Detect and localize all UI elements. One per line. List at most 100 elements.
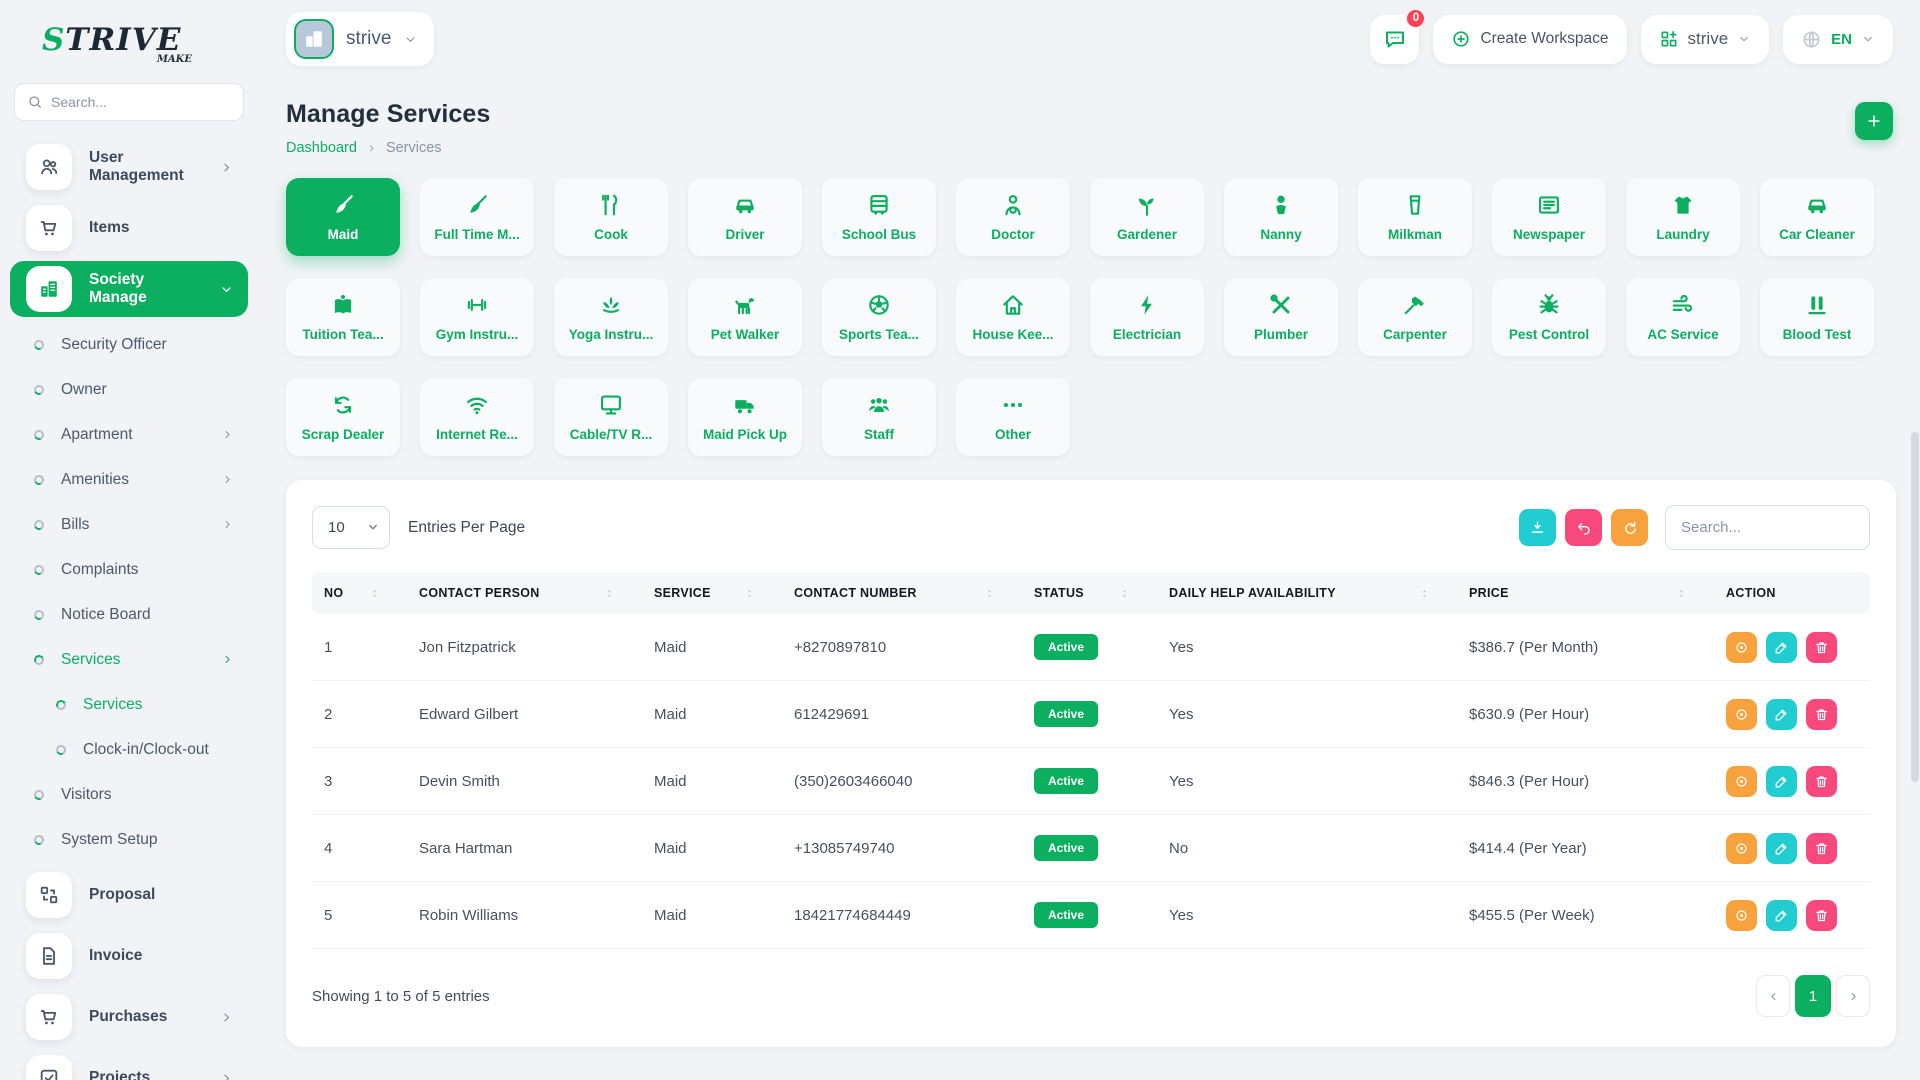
sidebar-item-clock-in-clock-out[interactable]: Clock-in/Clock-out [0, 727, 258, 772]
column-header-contact-person[interactable]: CONTACT PERSON [407, 572, 642, 614]
service-tile-blood-test[interactable]: Blood Test [1760, 278, 1874, 356]
view-button[interactable] [1726, 833, 1757, 864]
sidebar-item-complaints[interactable]: Complaints [0, 547, 258, 592]
chat-button[interactable]: 0 [1370, 15, 1419, 64]
sidebar-item-purchases[interactable]: Purchases [10, 989, 248, 1045]
service-tile-gym-instru[interactable]: Gym Instru... [420, 278, 534, 356]
service-tile-carpenter[interactable]: Carpenter [1358, 278, 1472, 356]
edit-button[interactable] [1766, 699, 1797, 730]
column-header-price[interactable]: PRICE [1457, 572, 1714, 614]
service-tile-tuition-tea[interactable]: Tuition Tea... [286, 278, 400, 356]
sidebar-item-society-manage[interactable]: Society Manage [10, 261, 248, 317]
undo-button[interactable] [1565, 509, 1602, 546]
sidebar-item-notice-board[interactable]: Notice Board [0, 592, 258, 637]
workspace-chip[interactable]: strive [286, 12, 434, 66]
edit-button[interactable] [1766, 766, 1797, 797]
sidebar-item-proposal[interactable]: Proposal [10, 867, 248, 923]
sidebar-item-services[interactable]: Services [0, 637, 258, 682]
service-tile-milkman[interactable]: Milkman [1358, 178, 1472, 256]
service-tile-maid[interactable]: Maid [286, 178, 400, 256]
column-header-service[interactable]: SERVICE [642, 572, 782, 614]
sidebar-item-amenities[interactable]: Amenities [0, 457, 258, 502]
edit-button[interactable] [1766, 632, 1797, 663]
sidebar-item-visitors[interactable]: Visitors [0, 772, 258, 817]
add-service-button[interactable] [1855, 102, 1893, 140]
service-tile-label: Doctor [991, 227, 1035, 242]
service-tile-plumber[interactable]: Plumber [1224, 278, 1338, 356]
sort-icon[interactable] [368, 587, 381, 600]
cell-contact-number: +8270897810 [782, 614, 1022, 681]
sidebar-item-invoice[interactable]: Invoice [10, 928, 248, 984]
service-tile-car-cleaner[interactable]: Car Cleaner [1760, 178, 1874, 256]
edit-button[interactable] [1766, 900, 1797, 931]
service-tile-newspaper[interactable]: Newspaper [1492, 178, 1606, 256]
service-tile-maid-pick-up[interactable]: Maid Pick Up [688, 378, 802, 456]
language-selector[interactable]: EN [1783, 15, 1893, 64]
delete-button[interactable] [1806, 833, 1837, 864]
service-tile-yoga-instru[interactable]: Yoga Instru... [554, 278, 668, 356]
sidebar-item-user-management[interactable]: User Management [10, 139, 248, 195]
service-tile-other[interactable]: Other [956, 378, 1070, 456]
service-tile-nanny[interactable]: Nanny [1224, 178, 1338, 256]
chevron-down-icon [1861, 32, 1875, 46]
service-tile-full-time-m[interactable]: Full Time M... [420, 178, 534, 256]
view-button[interactable] [1726, 900, 1757, 931]
export-button[interactable] [1519, 509, 1556, 546]
sort-icon[interactable] [1118, 587, 1131, 600]
sort-icon[interactable] [603, 587, 616, 600]
service-tile-pet-walker[interactable]: Pet Walker [688, 278, 802, 356]
sidebar-item-security-officer[interactable]: Security Officer [0, 322, 258, 367]
service-tile-house-kee[interactable]: House Kee... [956, 278, 1070, 356]
sidebar-item-apartment[interactable]: Apartment [0, 412, 258, 457]
column-header-status[interactable]: STATUS [1022, 572, 1157, 614]
service-tile-cable-tv-r[interactable]: Cable/TV R... [554, 378, 668, 456]
sidebar-item-owner[interactable]: Owner [0, 367, 258, 412]
pagination-next-button[interactable] [1836, 975, 1870, 1017]
delete-button[interactable] [1806, 900, 1837, 931]
column-header-no[interactable]: NO [312, 572, 407, 614]
table-search-input[interactable] [1665, 505, 1870, 550]
delete-button[interactable] [1806, 766, 1837, 797]
sidebar-item-services[interactable]: Services [0, 682, 258, 727]
edit-button[interactable] [1766, 833, 1797, 864]
sidebar-item-bills[interactable]: Bills [0, 502, 258, 547]
column-header-daily-help-availability[interactable]: DAILY HELP AVAILABILITY [1157, 572, 1457, 614]
sidebar-item-system-setup[interactable]: System Setup [0, 817, 258, 862]
service-tile-cook[interactable]: Cook [554, 178, 668, 256]
create-workspace-button[interactable]: Create Workspace [1433, 15, 1626, 64]
service-tile-electrician[interactable]: Electrician [1090, 278, 1204, 356]
service-tile-school-bus[interactable]: School Bus [822, 178, 936, 256]
service-tile-ac-service[interactable]: AC Service [1626, 278, 1740, 356]
sidebar-search-input[interactable] [51, 94, 211, 110]
pagination-page-1[interactable]: 1 [1795, 975, 1831, 1017]
app-logo[interactable]: STRIVE MAKE [42, 22, 192, 65]
service-tile-gardener[interactable]: Gardener [1090, 178, 1204, 256]
service-tile-driver[interactable]: Driver [688, 178, 802, 256]
delete-button[interactable] [1806, 632, 1837, 663]
sidebar-item-projects[interactable]: Projects [10, 1050, 248, 1080]
workspace-name: strive [346, 28, 391, 50]
service-tile-internet-re[interactable]: Internet Re... [420, 378, 534, 456]
pagination-prev-button[interactable] [1756, 975, 1790, 1017]
service-tile-scrap-dealer[interactable]: Scrap Dealer [286, 378, 400, 456]
service-tile-pest-control[interactable]: Pest Control [1492, 278, 1606, 356]
delete-button[interactable] [1806, 699, 1837, 730]
sort-icon[interactable] [983, 587, 996, 600]
sort-icon[interactable] [1675, 587, 1688, 600]
service-tile-doctor[interactable]: Doctor [956, 178, 1070, 256]
view-button[interactable] [1726, 632, 1757, 663]
refresh-button[interactable] [1611, 509, 1648, 546]
sort-icon[interactable] [1418, 587, 1431, 600]
breadcrumb-dashboard-link[interactable]: Dashboard [286, 140, 357, 156]
service-tile-laundry[interactable]: Laundry [1626, 178, 1740, 256]
window-scrollbar-thumb[interactable] [1911, 432, 1919, 782]
entries-per-page-select[interactable]: 10 [312, 506, 390, 549]
sort-icon[interactable] [743, 587, 756, 600]
service-tile-staff[interactable]: Staff [822, 378, 936, 456]
sidebar-item-items[interactable]: Items [10, 200, 248, 256]
view-button[interactable] [1726, 766, 1757, 797]
view-button[interactable] [1726, 699, 1757, 730]
column-header-contact-number[interactable]: CONTACT NUMBER [782, 572, 1022, 614]
service-tile-sports-tea[interactable]: Sports Tea... [822, 278, 936, 356]
workspace-switcher[interactable]: strive [1641, 15, 1770, 64]
